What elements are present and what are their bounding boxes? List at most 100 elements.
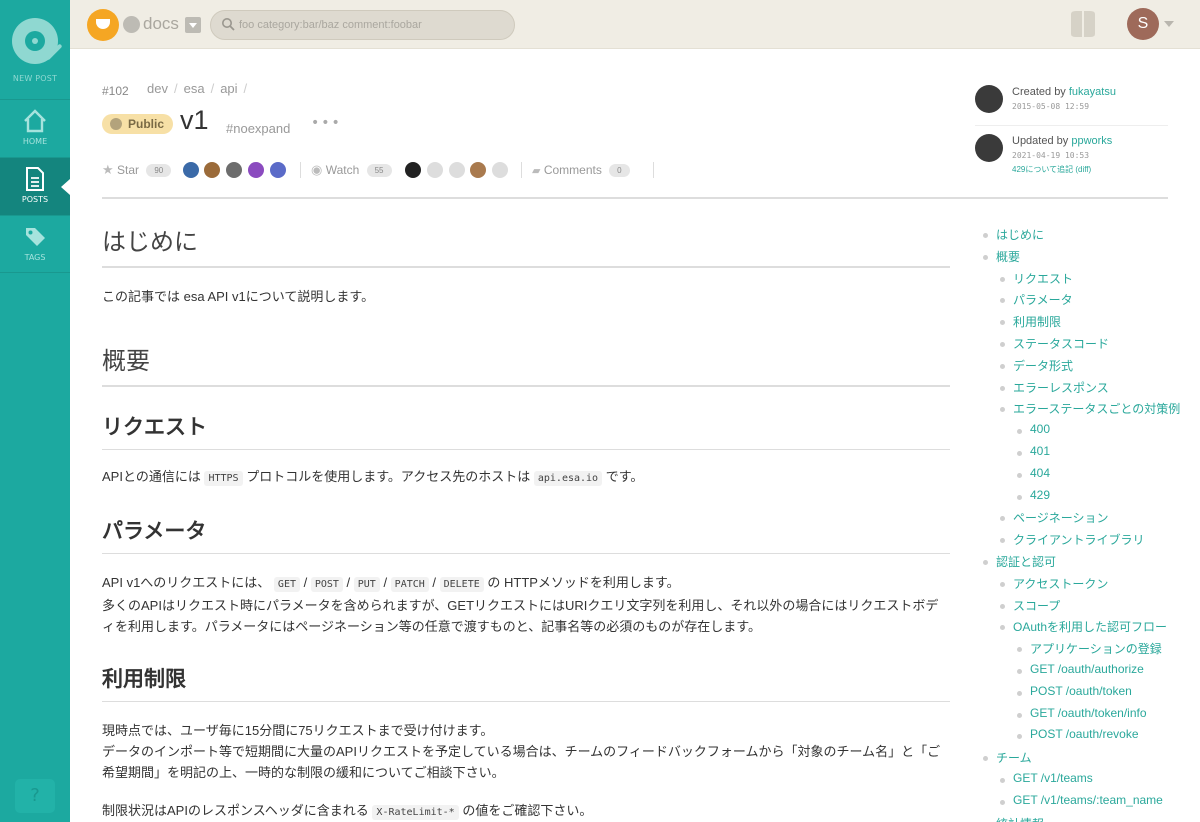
- search-input[interactable]: [239, 16, 499, 34]
- comment-icon: ▰: [532, 165, 541, 177]
- post-title: v1: [180, 105, 209, 135]
- comments-button[interactable]: ▰ Comments 0: [532, 160, 630, 180]
- toc-item[interactable]: はじめに: [982, 226, 1044, 243]
- created-prefix: Created by: [1012, 86, 1069, 98]
- star-count: 90: [146, 164, 172, 178]
- post-tag[interactable]: #noexpand: [226, 121, 290, 136]
- toc-item[interactable]: チーム: [983, 749, 1032, 766]
- search-box[interactable]: [210, 10, 515, 40]
- avatar[interactable]: [204, 162, 220, 178]
- toc-item[interactable]: パラメータ: [1000, 291, 1073, 308]
- comments-count: 0: [609, 164, 630, 178]
- code-inline: DELETE: [439, 577, 484, 592]
- post-body: はじめに この記事では esa API v1について説明します。 概要 リクエス…: [102, 222, 950, 822]
- more-menu-button[interactable]: •••: [311, 115, 342, 131]
- toc-item[interactable]: GET /v1/teams: [1000, 771, 1093, 785]
- visibility-badge[interactable]: Public: [102, 114, 174, 134]
- paragraph-params: API v1へのリクエストには、 GET / POST / PUT / PATC…: [102, 575, 939, 634]
- toc-item[interactable]: エラーステータスごとの対策例: [999, 400, 1180, 417]
- code-inline: PUT: [353, 577, 380, 592]
- star-button[interactable]: ★ Star 90: [102, 160, 172, 180]
- team-dropdown-icon[interactable]: [185, 17, 201, 33]
- toc-item[interactable]: 利用制限: [999, 313, 1061, 330]
- nav-home[interactable]: HOME: [0, 99, 70, 157]
- toc-item[interactable]: アプリケーションの登録: [1017, 640, 1162, 657]
- home-icon: [24, 109, 46, 133]
- created-line: Created by fukayatsu: [1012, 86, 1116, 98]
- post-number: #102: [102, 84, 129, 98]
- toc-item[interactable]: POST /oauth/revoke: [1017, 727, 1139, 741]
- toc-item[interactable]: 404: [1016, 466, 1050, 480]
- heading-overview: 概要: [102, 341, 950, 387]
- text: です。: [605, 469, 644, 484]
- watch-label: Watch: [325, 163, 360, 177]
- updated-prefix: Updated by: [1012, 135, 1072, 147]
- nav-posts-label: POSTS: [21, 195, 49, 204]
- code-inline: HTTPS: [204, 471, 243, 486]
- chevron-down-icon[interactable]: [1164, 21, 1174, 27]
- nav-tags[interactable]: TAGS: [0, 215, 70, 273]
- star-icon: ★: [102, 162, 114, 177]
- toc-item[interactable]: 概要: [982, 248, 1020, 265]
- search-icon: [222, 18, 235, 31]
- esa-logo[interactable]: [87, 9, 119, 41]
- breadcrumb-item[interactable]: api: [220, 81, 237, 96]
- toc-item[interactable]: エラーレスポンス: [1000, 379, 1109, 396]
- toc-item[interactable]: 認証と認可: [982, 553, 1056, 570]
- avatar[interactable]: [975, 134, 1003, 162]
- updated-by-link[interactable]: ppworks: [1071, 135, 1112, 147]
- watch-button[interactable]: ◉ Watch 55: [311, 160, 392, 180]
- text: 制限状況はAPIのレスポンスヘッダに含まれる: [102, 803, 369, 818]
- created-info: Created by fukayatsu 2015-05-08 12:59: [975, 85, 1170, 119]
- divider: [521, 162, 522, 178]
- comments-label: Comments: [543, 163, 602, 177]
- avatar[interactable]: [405, 162, 421, 178]
- avatar[interactable]: [248, 162, 264, 178]
- avatar[interactable]: [183, 162, 199, 178]
- nav-tags-label: TAGS: [24, 253, 46, 262]
- toc-item[interactable]: 統計情報: [982, 815, 1044, 822]
- created-by-link[interactable]: fukayatsu: [1069, 86, 1116, 98]
- nav-posts[interactable]: POSTS: [0, 157, 70, 215]
- side-navigation: NEW POST HOME POSTS TAGS ?: [0, 0, 70, 822]
- toc-item[interactable]: ページネーション: [1000, 509, 1109, 526]
- avatar[interactable]: [270, 162, 286, 178]
- toc-item[interactable]: GET /oauth/token/info: [1017, 706, 1147, 720]
- avatar[interactable]: [449, 162, 465, 178]
- user-avatar[interactable]: S: [1127, 8, 1159, 40]
- book-icon[interactable]: [1068, 9, 1098, 39]
- avatar[interactable]: [470, 162, 486, 178]
- breadcrumb-item[interactable]: esa: [184, 81, 205, 96]
- toc-item[interactable]: クライアントライブラリ: [1000, 531, 1145, 548]
- help-button[interactable]: ?: [15, 779, 55, 813]
- toc-item[interactable]: アクセストークン: [999, 575, 1108, 592]
- toc-item[interactable]: OAuthを利用した認可フロー: [999, 618, 1167, 635]
- toc-item[interactable]: スコープ: [999, 597, 1060, 614]
- toc-item[interactable]: POST /oauth/token: [1017, 684, 1132, 698]
- toc-item[interactable]: リクエスト: [999, 270, 1073, 287]
- new-post-label: NEW POST: [12, 74, 58, 83]
- paragraph-limit: 現時点では、ユーザ毎に15分間に75リクエストまで受け付けます。 データのインポ…: [102, 720, 950, 783]
- text: の HTTPメソッドを利用します。: [487, 575, 680, 590]
- code-inline: api.esa.io: [533, 471, 603, 486]
- toc-item[interactable]: GET /oauth/authorize: [1017, 662, 1144, 676]
- breadcrumb-item[interactable]: dev: [147, 81, 168, 96]
- updated-info: Updated by ppworks 2021-04-19 10:53 429に…: [975, 134, 1170, 180]
- avatar[interactable]: [492, 162, 508, 178]
- avatar[interactable]: [226, 162, 242, 178]
- text: 現時点では、ユーザ毎に15分間に75リクエストまで受け付けます。: [102, 723, 494, 738]
- toc-item[interactable]: 400: [1016, 422, 1050, 436]
- toc-item[interactable]: データ形式: [999, 357, 1073, 374]
- toc-item[interactable]: 401: [1016, 444, 1050, 458]
- update-message-link[interactable]: 429について追記 (diff): [1012, 164, 1091, 175]
- toc-item[interactable]: 429: [1016, 488, 1050, 502]
- team-name[interactable]: docs: [143, 14, 179, 34]
- avatar[interactable]: [975, 85, 1003, 113]
- toc-item[interactable]: GET /v1/teams/:team_name: [1000, 793, 1163, 807]
- divider: [300, 162, 301, 178]
- toc-item[interactable]: ステータスコード: [999, 335, 1109, 352]
- avatar[interactable]: [427, 162, 443, 178]
- nav-home-label: HOME: [22, 137, 48, 146]
- code-inline: POST: [310, 577, 343, 592]
- new-post-button[interactable]: NEW POST: [0, 0, 70, 92]
